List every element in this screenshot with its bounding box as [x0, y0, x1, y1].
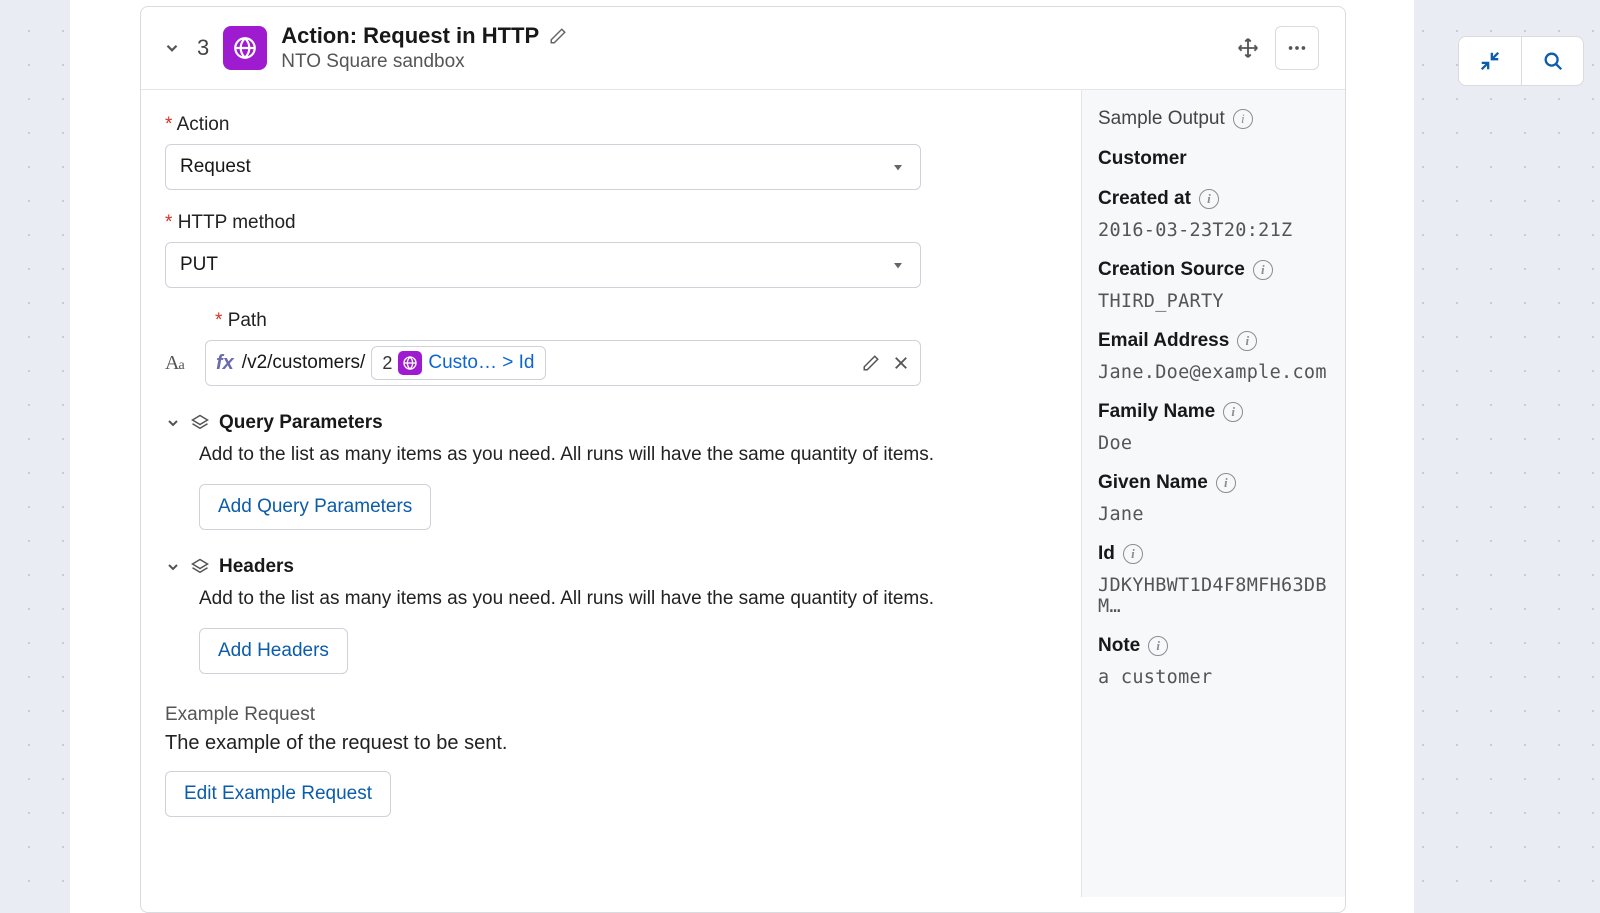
action-label: Action [165, 114, 1057, 136]
sample-field-value: THIRD_PARTY [1098, 291, 1329, 312]
path-prefix: /v2/customers/ [242, 352, 366, 374]
sample-field-value: 2016-03-23T20:21Z [1098, 220, 1329, 241]
path-variable-pill[interactable]: 2 Custo… > Id [371, 346, 545, 380]
info-icon[interactable]: i [1216, 473, 1236, 493]
sample-field-value: a customer [1098, 667, 1329, 688]
step-number: 3 [197, 35, 209, 61]
example-request-label: Example Request [165, 704, 1057, 726]
sample-field-value: Jane.Doe@example.com [1098, 362, 1329, 383]
action-select[interactable]: Request [165, 144, 921, 190]
http-method-label: HTTP method [165, 212, 1057, 234]
action-value: Request [180, 156, 251, 178]
add-query-params-button[interactable]: Add Query Parameters [199, 484, 431, 530]
http-globe-icon [223, 26, 267, 70]
edit-title-icon[interactable] [549, 27, 567, 45]
info-icon[interactable]: i [1233, 109, 1253, 129]
sample-output-title: Sample Output [1098, 108, 1225, 130]
floating-toolbar [1458, 36, 1584, 86]
clear-path-icon[interactable] [892, 354, 910, 372]
step-card: 3 Action: Request in HTTP NTO Square san… [140, 6, 1346, 913]
path-label: Path [215, 310, 1057, 332]
headers-label: Headers [219, 556, 294, 578]
edit-example-request-button[interactable]: Edit Example Request [165, 771, 391, 817]
sample-field-label: Given Namei [1098, 472, 1329, 494]
step-subtitle: NTO Square sandbox [281, 51, 1223, 73]
info-icon[interactable]: i [1148, 636, 1168, 656]
sample-output-heading: Customer [1098, 148, 1329, 170]
collapse-button[interactable] [1459, 37, 1521, 85]
sample-field-label: Family Namei [1098, 401, 1329, 423]
info-icon[interactable]: i [1223, 402, 1243, 422]
info-icon[interactable]: i [1123, 544, 1143, 564]
query-params-desc: Add to the list as many items as you nee… [199, 444, 1057, 466]
pill-step-number: 2 [382, 353, 392, 374]
info-icon[interactable]: i [1237, 331, 1257, 351]
add-headers-button[interactable]: Add Headers [199, 628, 348, 674]
headers-desc: Add to the list as many items as you nee… [199, 588, 1057, 610]
text-case-toggle-icon[interactable]: Aa [165, 352, 195, 375]
example-request-desc: The example of the request to be sent. [165, 732, 1057, 755]
page-container: 3 Action: Request in HTTP NTO Square san… [70, 0, 1414, 913]
sample-field-label: Created ati [1098, 188, 1329, 210]
http-globe-icon [398, 351, 422, 375]
sample-field-value: Jane [1098, 504, 1329, 525]
http-method-value: PUT [180, 254, 218, 276]
info-icon[interactable]: i [1253, 260, 1273, 280]
info-icon[interactable]: i [1199, 189, 1219, 209]
sample-field-label: Email Addressi [1098, 330, 1329, 352]
layers-icon [191, 414, 209, 432]
move-icon[interactable] [1237, 37, 1259, 59]
sample-field-value: Doe [1098, 433, 1329, 454]
chevron-down-icon[interactable] [165, 559, 181, 575]
step-title: Action: Request in HTTP [281, 23, 539, 49]
chevron-down-icon[interactable] [165, 415, 181, 431]
sample-field-label: Idi [1098, 543, 1329, 565]
sample-output-column: Sample Output i Customer Created ati 2016… [1081, 90, 1345, 897]
form-column: Action Request HTTP method PUT Path A [141, 90, 1081, 897]
dropdown-icon [890, 159, 906, 175]
layers-icon [191, 558, 209, 576]
sample-field-label: Creation Sourcei [1098, 259, 1329, 281]
sample-field-value: JDKYHBWT1D4F8MFH63DBM… [1098, 575, 1329, 617]
step-header: 3 Action: Request in HTTP NTO Square san… [141, 7, 1345, 90]
search-button[interactable] [1521, 37, 1583, 85]
chevron-down-icon[interactable] [161, 37, 183, 59]
pill-text: Custo… > Id [428, 352, 534, 374]
path-input[interactable]: fx /v2/customers/ 2 Custo… > Id [205, 340, 921, 386]
edit-path-icon[interactable] [862, 354, 880, 372]
sample-field-label: Notei [1098, 635, 1329, 657]
dropdown-icon [890, 257, 906, 273]
query-params-label: Query Parameters [219, 412, 383, 434]
more-actions-button[interactable] [1275, 26, 1319, 70]
formula-icon: fx [216, 352, 234, 375]
http-method-select[interactable]: PUT [165, 242, 921, 288]
